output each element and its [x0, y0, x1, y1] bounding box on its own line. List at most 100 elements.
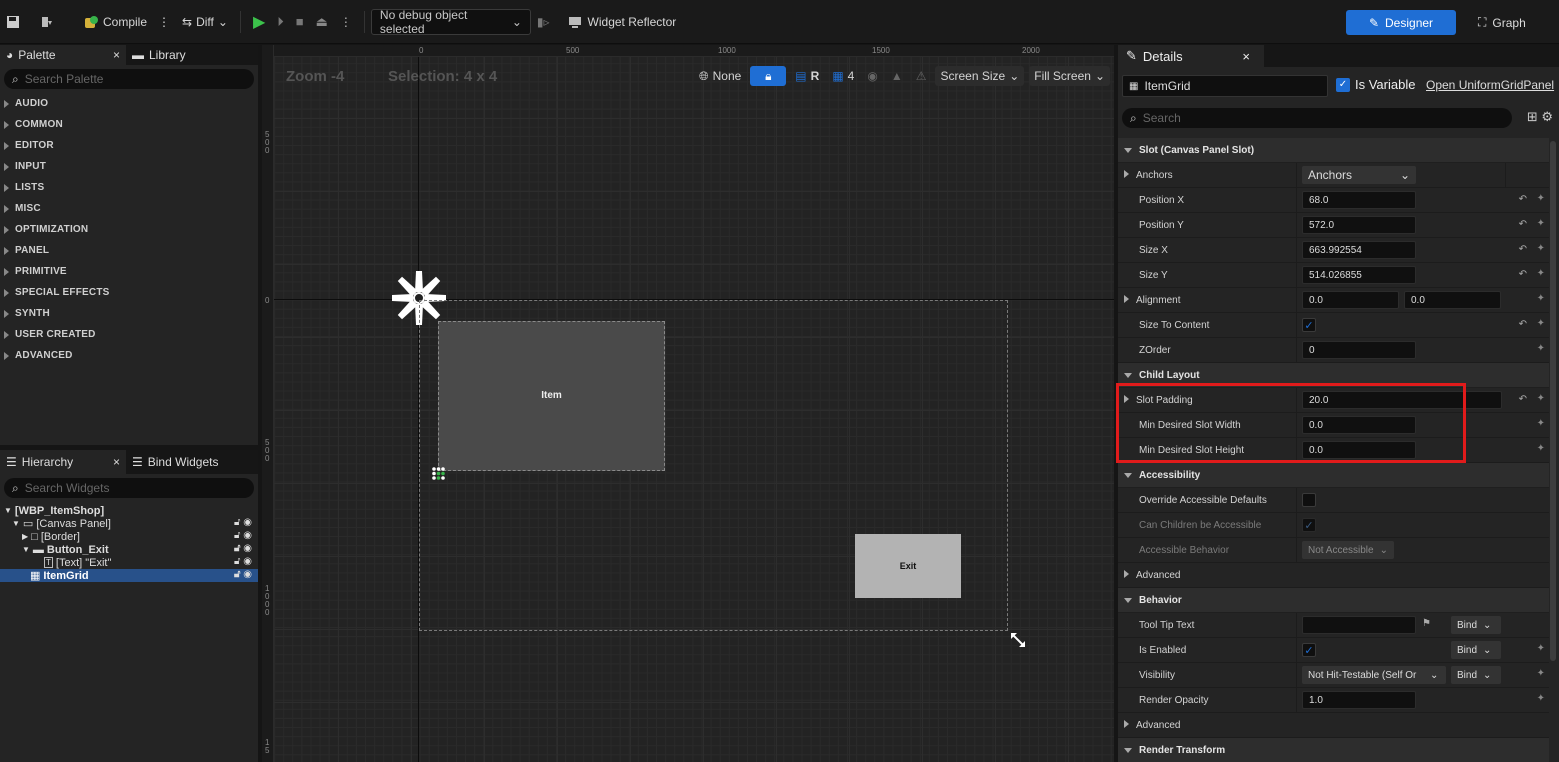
- tooltip-text-input[interactable]: [1302, 616, 1416, 634]
- palette-category-user-created[interactable]: USER CREATED: [0, 324, 258, 345]
- tree-item-border[interactable]: ▶ □ [Border] 🔓︎ ◉: [0, 530, 258, 543]
- pin-icon[interactable]: ✦: [1537, 318, 1545, 329]
- compile-button[interactable]: Compile ⋮: [78, 7, 176, 37]
- item-widget-preview[interactable]: Item: [438, 321, 665, 471]
- pin-icon[interactable]: ✦: [1537, 293, 1545, 304]
- table-view-icon[interactable]: ⊞: [1527, 109, 1538, 124]
- grid-handle-icon[interactable]: [431, 466, 446, 481]
- play-button[interactable]: ▶: [247, 7, 271, 37]
- close-icon[interactable]: ×: [113, 48, 120, 62]
- tree-item-button-exit[interactable]: ▼ ▬ Button_Exit 🔓︎ ◉: [0, 543, 258, 556]
- palette-category-optimization[interactable]: OPTIMIZATION: [0, 219, 258, 240]
- alignment-y-input[interactable]: 0.0: [1404, 291, 1501, 309]
- widget-reflector-button[interactable]: Widget Reflector: [562, 7, 683, 37]
- pin-icon[interactable]: ✦: [1537, 693, 1545, 704]
- is-enabled-checkbox[interactable]: ✓: [1302, 643, 1316, 657]
- pin-icon[interactable]: ✦: [1537, 418, 1545, 429]
- pin-icon[interactable]: ✦: [1537, 243, 1545, 254]
- grid-snap-button[interactable]: ▦ 4: [828, 66, 858, 86]
- expand-arrow-icon[interactable]: ▶: [22, 532, 28, 541]
- pin-icon[interactable]: ✦: [1537, 218, 1545, 229]
- size-to-content-checkbox[interactable]: ✓: [1302, 318, 1316, 332]
- override-accessible-checkbox[interactable]: [1302, 493, 1316, 507]
- debug-object-dropdown[interactable]: No debug object selected ⌄: [370, 8, 531, 36]
- reset-icon[interactable]: ↶: [1519, 244, 1527, 255]
- close-icon[interactable]: ×: [113, 455, 120, 469]
- tree-item-root[interactable]: ▼ [WBP_ItemShop]: [0, 504, 258, 517]
- prop-label[interactable]: Slot Padding: [1124, 395, 1193, 406]
- localization-preview-button[interactable]: 🌐︎ None: [695, 66, 745, 86]
- graph-mode-button[interactable]: ⛶ Graph: [1478, 10, 1526, 35]
- gear-icon[interactable]: ⚙: [1541, 109, 1553, 124]
- alignment-x-input[interactable]: 0.0: [1302, 291, 1399, 309]
- zorder-input[interactable]: 0: [1302, 341, 1416, 359]
- anchors-dropdown[interactable]: Anchors ⌄: [1302, 166, 1416, 184]
- palette-category-misc[interactable]: MISC: [0, 198, 258, 219]
- eject-button[interactable]: ⏏: [310, 7, 334, 37]
- expand-arrow-icon[interactable]: ▼: [12, 519, 20, 528]
- palette-category-special-effects[interactable]: SPECIAL EFFECTS: [0, 282, 258, 303]
- position-x-input[interactable]: 68.0: [1302, 191, 1416, 209]
- pin-icon[interactable]: ✦: [1537, 443, 1545, 454]
- fill-screen-dropdown[interactable]: Fill Screen ⌄: [1029, 66, 1110, 86]
- designer-canvas[interactable]: 0 500 1000 1500 2000 500 0 500 1000 15 Z…: [262, 45, 1114, 762]
- reset-icon[interactable]: ↶: [1519, 194, 1527, 205]
- tree-item-canvas-panel[interactable]: ▼ ▭ [Canvas Panel] 🔓︎ ◉: [0, 517, 258, 530]
- pin-icon[interactable]: ✦: [1537, 193, 1545, 204]
- tab-palette[interactable]: ◕ Palette ×: [0, 45, 126, 65]
- lock-eye-icons[interactable]: 🔓︎ ◉: [234, 556, 252, 567]
- palette-category-synth[interactable]: SYNTH: [0, 303, 258, 324]
- palette-category-lists[interactable]: LISTS: [0, 177, 258, 198]
- tab-library[interactable]: ▬ Library: [126, 45, 192, 65]
- reset-icon[interactable]: ↶: [1519, 269, 1527, 280]
- flag-icon[interactable]: ⚑: [1422, 618, 1431, 629]
- tab-hierarchy[interactable]: ☰ Hierarchy ×: [0, 450, 126, 474]
- tree-item-itemgrid[interactable]: ▦ ItemGrid 🔓︎ ◉: [0, 569, 258, 582]
- image-button[interactable]: ▲: [887, 66, 907, 86]
- prop-label[interactable]: Anchors: [1124, 170, 1173, 181]
- section-accessibility[interactable]: Accessibility: [1118, 463, 1549, 488]
- palette-search-input[interactable]: ⌕ Search Palette: [4, 69, 254, 89]
- designer-mode-button[interactable]: ✎ Designer: [1346, 10, 1456, 35]
- palette-category-panel[interactable]: PANEL: [0, 240, 258, 261]
- cursor-button[interactable]: ◉: [863, 66, 881, 86]
- min-slot-width-input[interactable]: 0.0: [1302, 416, 1416, 434]
- hierarchy-search-input[interactable]: ⌕ Search Widgets: [4, 478, 254, 498]
- reset-icon[interactable]: ↶: [1519, 219, 1527, 230]
- lock-eye-icons[interactable]: 🔓︎ ◉: [234, 569, 252, 580]
- visibility-dropdown[interactable]: Not Hit-Testable (Self Or ⌄: [1302, 666, 1446, 684]
- min-slot-height-input[interactable]: 0.0: [1302, 441, 1416, 459]
- pin-icon[interactable]: ✦: [1537, 343, 1545, 354]
- pin-icon[interactable]: ✦: [1537, 393, 1545, 404]
- expand-arrow-icon[interactable]: ▼: [22, 545, 30, 554]
- slot-padding-input[interactable]: 20.0: [1302, 391, 1502, 409]
- tab-bind-widgets[interactable]: ☰ Bind Widgets: [126, 450, 224, 474]
- resize-handle-icon[interactable]: [1009, 631, 1027, 649]
- warning-button[interactable]: ⚠: [912, 66, 931, 86]
- prop-label[interactable]: Alignment: [1124, 295, 1180, 306]
- pin-icon[interactable]: ✦: [1537, 268, 1545, 279]
- play-options-button[interactable]: ⋮: [334, 7, 358, 37]
- render-opacity-input[interactable]: 1.0: [1302, 691, 1416, 709]
- palette-category-editor[interactable]: EDITOR: [0, 135, 258, 156]
- close-icon[interactable]: ×: [1242, 49, 1250, 64]
- size-y-input[interactable]: 514.026855: [1302, 266, 1416, 284]
- stop-button[interactable]: ■: [290, 7, 310, 37]
- tooltip-bind-dropdown[interactable]: Bind ⌄: [1451, 616, 1501, 634]
- diff-button[interactable]: ⇆ Diff ⌄: [176, 7, 234, 37]
- open-uniformgridpanel-link[interactable]: Open UniformGridPanel: [1426, 78, 1554, 92]
- lock-eye-icons[interactable]: 🔓︎ ◉: [234, 543, 252, 554]
- prop-label[interactable]: Advanced: [1124, 570, 1180, 581]
- pin-icon[interactable]: ✦: [1537, 643, 1545, 654]
- reset-icon[interactable]: ↶: [1519, 394, 1527, 405]
- lock-eye-icons[interactable]: 🔓︎ ◉: [234, 517, 252, 528]
- save-button[interactable]: [0, 7, 26, 37]
- section-slot[interactable]: Slot (Canvas Panel Slot): [1118, 138, 1549, 163]
- prop-label[interactable]: Advanced: [1124, 720, 1180, 731]
- details-scrollbar[interactable]: [1550, 141, 1556, 661]
- browse-button[interactable]: [34, 7, 60, 37]
- section-child-layout[interactable]: Child Layout: [1118, 363, 1549, 388]
- compile-options-icon[interactable]: ⋮: [158, 15, 170, 29]
- screen-size-dropdown[interactable]: Screen Size ⌄: [935, 66, 1025, 86]
- lock-eye-icons[interactable]: 🔓︎ ◉: [234, 530, 252, 541]
